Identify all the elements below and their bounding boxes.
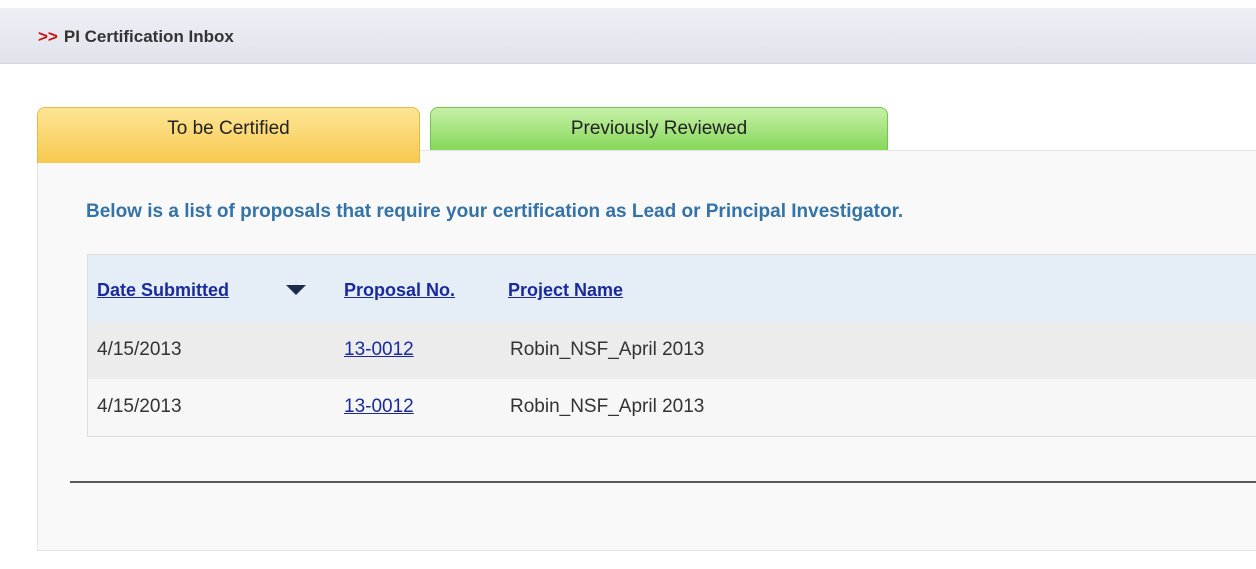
chevron-prefix-icon: >> bbox=[38, 27, 58, 46]
pi-certification-page: >> PI Certification Inbox To be Certified… bbox=[0, 0, 1256, 569]
intro-text: Below is a list of proposals that requir… bbox=[86, 201, 904, 222]
column-header-proposal-no[interactable]: Proposal No. bbox=[344, 280, 455, 301]
cell-date-submitted: 4/15/2013 bbox=[97, 396, 182, 417]
page-title: >> PI Certification Inbox bbox=[38, 27, 234, 47]
proposals-table: Date Submitted Proposal No. Project Name… bbox=[87, 254, 1256, 437]
table-row: 4/15/2013 13-0012 Robin_NSF_April 2013 bbox=[88, 322, 1256, 379]
proposal-link[interactable]: 13-0012 bbox=[344, 339, 414, 361]
cell-project-name: Robin_NSF_April 2013 bbox=[510, 339, 705, 360]
page-title-text: PI Certification Inbox bbox=[63, 27, 234, 46]
cell-project-name: Robin_NSF_April 2013 bbox=[510, 396, 705, 417]
header-bar: >> PI Certification Inbox bbox=[0, 8, 1256, 64]
table-header-row: Date Submitted Proposal No. Project Name bbox=[88, 255, 1256, 322]
section-divider bbox=[70, 481, 1256, 483]
table-row: 4/15/2013 13-0012 Robin_NSF_April 2013 bbox=[88, 379, 1256, 436]
tab-to-be-certified[interactable]: To be Certified bbox=[37, 107, 420, 163]
column-header-date-submitted[interactable]: Date Submitted bbox=[97, 280, 229, 301]
tab-previously-reviewed[interactable]: Previously Reviewed bbox=[430, 107, 888, 150]
proposal-link[interactable]: 13-0012 bbox=[344, 396, 414, 418]
sort-descending-icon[interactable] bbox=[286, 285, 306, 295]
cell-date-submitted: 4/15/2013 bbox=[97, 339, 182, 360]
column-header-project-name[interactable]: Project Name bbox=[508, 280, 623, 301]
